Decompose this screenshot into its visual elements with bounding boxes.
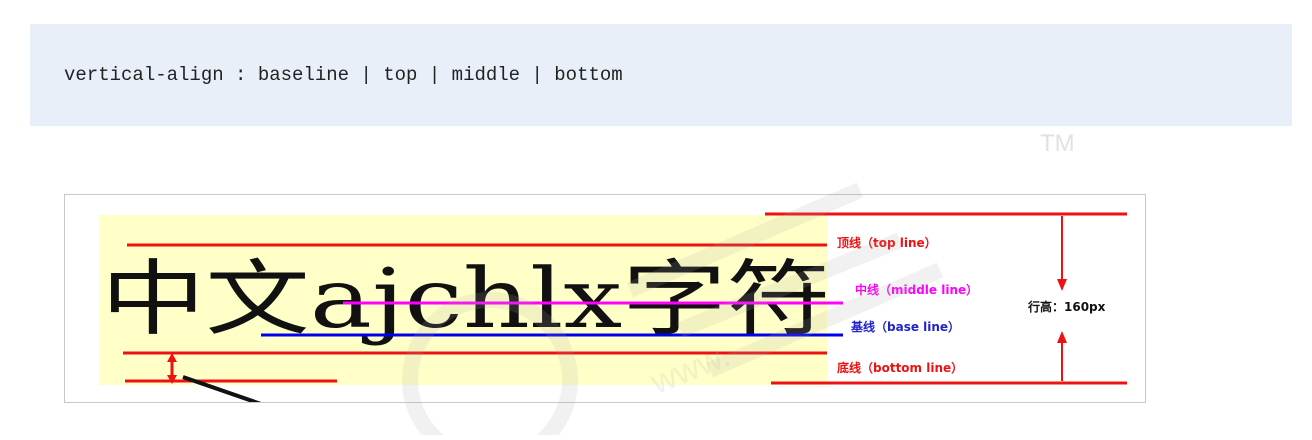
sample-text: 中文ajchlx字符 xyxy=(101,252,831,347)
line-height-diagram: 中文ajchlx字符 顶线（top line） 中线（middle line） … xyxy=(64,194,1146,403)
lh-arrow-lower-head xyxy=(1057,331,1067,343)
code-block: vertical-align : baseline | top | middle… xyxy=(30,24,1292,126)
label-bottom-line: 底线（bottom line） xyxy=(837,360,963,375)
label-line-height: 行高：160px xyxy=(1027,299,1106,314)
code-text: vertical-align : baseline | top | middle… xyxy=(64,64,623,86)
label-base-line: 基线（base line） xyxy=(850,319,960,334)
label-top-line: 顶线（top line） xyxy=(837,235,937,250)
lh-arrow-upper-head xyxy=(1057,279,1067,291)
watermark-tm: TM xyxy=(1040,130,1075,157)
diagram-svg: 中文ajchlx字符 顶线（top line） 中线（middle line） … xyxy=(99,212,1127,402)
label-middle-line: 中线（middle line） xyxy=(855,282,978,297)
